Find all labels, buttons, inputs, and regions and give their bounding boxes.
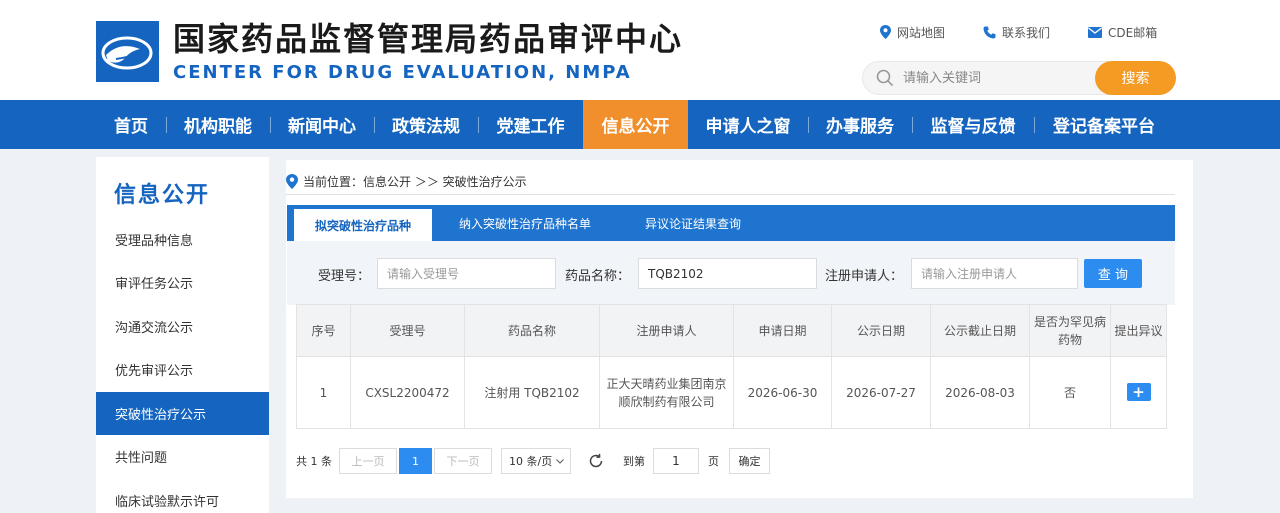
col-header-seq: 序号 <box>296 304 351 357</box>
col-header-publish-date: 公示日期 <box>831 304 931 357</box>
nav-policy[interactable]: 政策法规 <box>383 100 469 149</box>
nav-services[interactable]: 办事服务 <box>817 100 903 149</box>
accept-no-input[interactable] <box>377 258 556 289</box>
col-header-deadline: 公示截止日期 <box>930 304 1030 357</box>
chevron-down-icon <box>556 458 564 464</box>
results-table: 序号 受理号 药品名称 注册申请人 申请日期 公示日期 公示截止日期 是否为罕见… <box>296 304 1167 429</box>
tab-breakthrough-list[interactable]: 纳入突破性治疗品种名单 <box>449 205 601 241</box>
refresh-button[interactable] <box>588 448 604 474</box>
cell-accept-no: CXSL2200472 <box>350 356 465 429</box>
sidebar-item-breakthrough[interactable]: 突破性治疗公示 <box>96 392 269 435</box>
col-header-objection: 提出异议 <box>1110 304 1167 357</box>
divider <box>286 194 1175 195</box>
cell-rare-disease: 否 <box>1029 356 1111 429</box>
sidebar-item-clinical-trial[interactable]: 临床试验默示许可 <box>96 479 269 513</box>
nav-feedback[interactable]: 监督与反馈 <box>921 100 1025 149</box>
page-unit-label: 页 <box>708 455 719 468</box>
sidebar-item-common-issues[interactable]: 共性问题 <box>96 435 269 478</box>
cell-apply-date: 2026-06-30 <box>733 356 832 429</box>
nav-divider <box>912 117 913 133</box>
main-nav: 首页 机构职能 新闻中心 政策法规 党建工作 信息公开 申请人之窗 办事服务 监… <box>0 100 1280 149</box>
col-header-applicant: 注册申请人 <box>599 304 734 357</box>
drug-name-input[interactable] <box>638 258 817 289</box>
nav-divider <box>374 117 375 133</box>
table-row: 1 CXSL2200472 注射用 TQB2102 正大天晴药业集团南京顺欣制药… <box>296 356 1167 429</box>
search-button[interactable]: 搜索 <box>1095 61 1176 95</box>
col-header-rare-disease: 是否为罕见病药物 <box>1029 304 1111 357</box>
nav-info-disclosure[interactable]: 信息公开 <box>583 100 688 149</box>
site-title: 国家药品监督管理局药品审评中心 <box>173 20 684 58</box>
cell-objection: + <box>1110 356 1167 429</box>
sidebar-item-priority[interactable]: 优先审评公示 <box>96 348 269 391</box>
search-icon <box>876 69 894 87</box>
contact-label: 联系我们 <box>1002 25 1051 40</box>
nav-divider <box>808 117 809 133</box>
col-header-drug-name: 药品名称 <box>464 304 600 357</box>
main-content: 当前位置： 信息公开 ＞＞ 突破性治疗公示 拟突破性治疗品种 纳入突破性治疗品种… <box>286 160 1193 498</box>
col-header-apply-date: 申请日期 <box>733 304 832 357</box>
cell-drug-name: 注射用 TQB2102 <box>464 356 600 429</box>
tab-proposed-breakthrough[interactable]: 拟突破性治疗品种 <box>294 209 432 241</box>
filter-panel: 受理号： 药品名称： 注册申请人： 查 询 <box>287 241 1175 305</box>
nav-registration[interactable]: 登记备案平台 <box>1043 100 1165 149</box>
cell-applicant: 正大天晴药业集团南京顺欣制药有限公司 <box>599 356 734 429</box>
pagination-total: 共 1 条 <box>296 455 332 468</box>
email-link[interactable]: CDE邮箱 <box>1088 24 1157 41</box>
nav-divider <box>270 117 271 133</box>
sitemap-label: 网站地图 <box>897 25 946 40</box>
email-label: CDE邮箱 <box>1108 25 1158 40</box>
raise-objection-button[interactable]: + <box>1126 383 1151 401</box>
prev-page-button[interactable]: 上一页 <box>339 448 397 474</box>
site-subtitle: CENTER FOR DRUG EVALUATION, NMPA <box>173 62 632 83</box>
sidebar: 信息公开 受理品种信息 审评任务公示 沟通交流公示 优先审评公示 突破性治疗公示… <box>96 157 269 513</box>
site-search: 搜索 <box>862 61 1176 95</box>
nav-divider <box>1034 117 1035 133</box>
applicant-label: 注册申请人： <box>825 269 904 284</box>
page-1-button[interactable]: 1 <box>399 448 432 474</box>
breadcrumb-path[interactable]: 信息公开 ＞＞ 突破性治疗公示 <box>363 173 527 190</box>
sidebar-item-communication[interactable]: 沟通交流公示 <box>96 305 269 348</box>
refresh-icon <box>589 453 603 468</box>
goto-label: 到第 <box>623 455 645 468</box>
location-pin-icon <box>286 173 298 189</box>
top-links: 网站地图 联系我们 CDE邮箱 <box>880 23 1157 41</box>
drug-name-label: 药品名称： <box>565 269 631 284</box>
query-button[interactable]: 查 询 <box>1084 259 1142 288</box>
sidebar-item-review-tasks[interactable]: 审评任务公示 <box>96 261 269 304</box>
nav-divider <box>166 117 167 133</box>
tab-bar: 拟突破性治疗品种 纳入突破性治疗品种名单 异议论证结果查询 <box>287 205 1175 241</box>
sidebar-title: 信息公开 <box>114 183 211 208</box>
cell-deadline: 2026-08-03 <box>930 356 1030 429</box>
mail-icon <box>1088 26 1103 38</box>
cell-seq: 1 <box>296 356 351 429</box>
accept-no-label: 受理号： <box>318 269 371 284</box>
site-header: 国家药品监督管理局药品审评中心 CENTER FOR DRUG EVALUATI… <box>0 0 1280 100</box>
contact-link[interactable]: 联系我们 <box>983 24 1050 41</box>
col-header-accept-no: 受理号 <box>350 304 465 357</box>
cell-publish-date: 2026-07-27 <box>831 356 931 429</box>
page-size-value: 10 条/页 <box>509 455 553 468</box>
table-header-row: 序号 受理号 药品名称 注册申请人 申请日期 公示日期 公示截止日期 是否为罕见… <box>296 304 1167 357</box>
breadcrumb-prefix: 当前位置： <box>303 174 364 189</box>
sitemap-link[interactable]: 网站地图 <box>880 24 945 41</box>
phone-icon <box>983 26 996 38</box>
page-size-select[interactable]: 10 条/页 <box>501 448 571 474</box>
goto-confirm-button[interactable]: 确定 <box>729 448 770 474</box>
search-input[interactable] <box>903 68 1083 88</box>
applicant-input[interactable] <box>911 258 1078 289</box>
nav-news[interactable]: 新闻中心 <box>279 100 365 149</box>
sidebar-item-accepted[interactable]: 受理品种信息 <box>96 218 269 261</box>
goto-page-input[interactable] <box>653 448 699 474</box>
nav-divider <box>478 117 479 133</box>
next-page-button[interactable]: 下一页 <box>434 448 492 474</box>
tab-objection-results[interactable]: 异议论证结果查询 <box>633 205 753 241</box>
nmpa-logo[interactable] <box>96 21 159 82</box>
nav-party[interactable]: 党建工作 <box>487 100 574 149</box>
nav-organization[interactable]: 机构职能 <box>175 100 261 149</box>
nav-home[interactable]: 首页 <box>105 100 157 149</box>
breadcrumb: 当前位置： 信息公开 ＞＞ 突破性治疗公示 <box>286 171 527 191</box>
location-pin-icon <box>880 25 891 39</box>
nav-applicant[interactable]: 申请人之窗 <box>697 100 799 149</box>
